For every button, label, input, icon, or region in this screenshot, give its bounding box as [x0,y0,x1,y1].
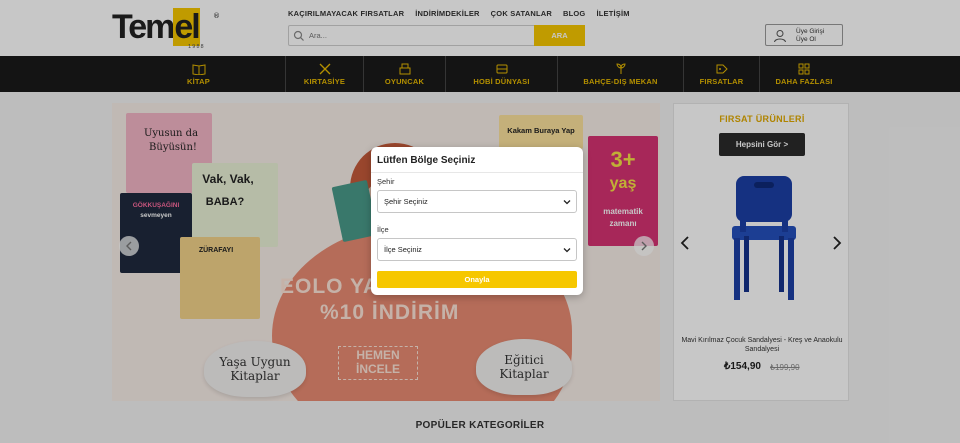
modal-divider [371,172,583,173]
confirm-button[interactable]: Onayla [377,271,577,288]
chevron-down-icon [563,248,571,253]
district-label: İlçe [377,225,389,234]
city-select[interactable]: Şehir Seçiniz [377,190,577,213]
modal-title: Lütfen Bölge Seçiniz [377,155,476,166]
chevron-down-icon [563,200,571,205]
region-select-modal: Lütfen Bölge Seçiniz Şehir Şehir Seçiniz… [371,147,583,295]
city-label: Şehir [377,177,395,186]
district-select[interactable]: İlçe Seçiniz [377,238,577,261]
